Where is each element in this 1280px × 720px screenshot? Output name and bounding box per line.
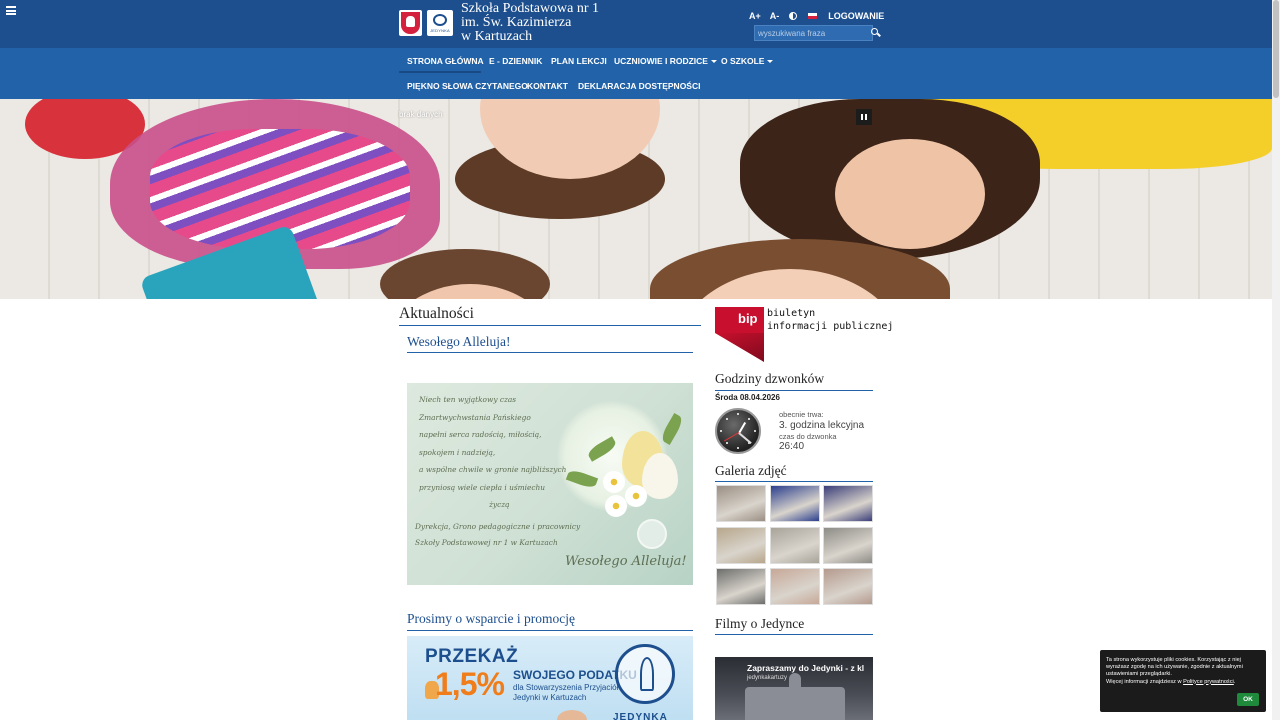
gallery-thumbnail[interactable] bbox=[823, 568, 873, 605]
school-logo[interactable]: JEDYNKA bbox=[427, 10, 453, 36]
hero-caption: brak danych bbox=[399, 110, 443, 119]
bells-remaining-value: 26:40 bbox=[779, 441, 805, 452]
nav-item-uczniowie-i-rodzice[interactable]: UCZNIOWIE I RODZICE bbox=[614, 56, 717, 66]
gallery-thumbnail[interactable] bbox=[823, 485, 873, 522]
font-decrease-button[interactable]: A- bbox=[770, 11, 780, 21]
article-title-link[interactable]: Prosimy o wsparcie i promocję bbox=[407, 611, 575, 627]
easter-card-text: Niech ten wyjątkowy czas Zmartwychwstani… bbox=[419, 395, 567, 509]
photo-gallery bbox=[716, 485, 873, 605]
login-link[interactable]: LOGOWANIE bbox=[828, 11, 884, 21]
scrollbar[interactable] bbox=[1272, 0, 1280, 720]
top-header: JEDYNKA Szkoła Podstawowa nr 1 im. Św. K… bbox=[0, 0, 1272, 48]
banner-text: Jedynki w Kartuzach bbox=[513, 693, 587, 702]
bells-date: Środa 08.04.2026 bbox=[715, 393, 780, 402]
bip-link[interactable]: bip biuletyn informacji publicznej bbox=[715, 307, 893, 363]
tax-donation-banner[interactable]: PRZEKAŻ 1,5% SWOJEGO PODATKU dla Stowarz… bbox=[407, 636, 693, 720]
clock-icon bbox=[715, 408, 761, 454]
bells-current-label: obecnie trwa: bbox=[779, 410, 824, 419]
nav-item-strona-glowna[interactable]: STRONA GŁÓWNA bbox=[407, 56, 484, 66]
divider bbox=[407, 630, 693, 631]
contrast-icon[interactable] bbox=[789, 12, 798, 20]
nav-item-kontakt[interactable]: KONTAKT bbox=[527, 81, 568, 91]
nav-active-indicator bbox=[399, 71, 481, 73]
nav-item-piekno-slowa[interactable]: PIĘKNO SŁOWA CZYTANEGO bbox=[407, 81, 528, 91]
gallery-thumbnail[interactable] bbox=[823, 526, 873, 564]
easter-card-signature: Dyrekcja, Grono pedagogiczne i pracownic… bbox=[415, 522, 581, 547]
nav-item-plan-lekcji[interactable]: PLAN LEKCJI bbox=[551, 56, 607, 66]
banner-percent: 1,5% bbox=[435, 666, 505, 702]
gallery-thumbnail[interactable] bbox=[716, 568, 766, 605]
bip-logo: bip bbox=[738, 311, 758, 326]
bells-current-value: 3. godzina lekcyjna bbox=[779, 420, 865, 431]
site-title-line: w Kartuzach bbox=[461, 29, 533, 44]
article-title-link[interactable]: Wesołego Alleluja! bbox=[407, 334, 511, 350]
cookie-ok-button[interactable]: OK bbox=[1237, 693, 1259, 706]
search-input[interactable] bbox=[755, 26, 868, 40]
easter-greeting-image[interactable]: Niech ten wyjątkowy czas Zmartwychwstani… bbox=[407, 383, 693, 585]
lily-logo-icon bbox=[615, 644, 675, 704]
scrollbar-thumb[interactable] bbox=[1273, 0, 1279, 98]
gallery-heading: Galeria zdjęć bbox=[715, 463, 787, 478]
polish-eagle-icon bbox=[399, 10, 422, 36]
pause-button[interactable] bbox=[856, 109, 872, 125]
site-title-line: Szkoła Podstawowa nr 1 bbox=[461, 1, 600, 16]
site-title[interactable]: Szkoła Podstawowa nr 1 im. Św. Kazimierz… bbox=[461, 2, 599, 44]
polish-flag-icon[interactable] bbox=[808, 13, 818, 19]
divider bbox=[715, 634, 873, 635]
gallery-thumbnail[interactable] bbox=[716, 526, 766, 564]
gallery-thumbnail[interactable] bbox=[769, 526, 820, 564]
video-player[interactable]: Zapraszamy do Jedynki - z kl jedynkakart… bbox=[715, 657, 873, 720]
easter-card-greeting: Wesołego Alleluja! bbox=[565, 554, 687, 569]
cookie-banner: Ta strona wykorzystuje pliki cookies. Ko… bbox=[1100, 650, 1266, 712]
hero-slider[interactable] bbox=[0, 99, 1272, 299]
accessibility-toolbar: A+ A- LOGOWANIE bbox=[749, 11, 884, 21]
divider bbox=[407, 352, 693, 353]
nav-item-e-dziennik[interactable]: E - DZIENNIK bbox=[489, 56, 542, 66]
nav-item-deklaracja[interactable]: DEKLARACJA DOSTĘPNOŚCI bbox=[578, 81, 700, 91]
banner-text: dla Stowarzyszenia Przyjaciół bbox=[513, 683, 619, 692]
divider bbox=[715, 390, 873, 391]
video-title: Zapraszamy do Jedynki - z kl bbox=[747, 663, 865, 673]
news-heading: Aktualności bbox=[399, 305, 474, 322]
menu-icon[interactable] bbox=[6, 6, 16, 15]
banner-logo-text: JEDYNKA bbox=[613, 712, 668, 720]
bells-remaining-label: czas do dzwonka bbox=[779, 432, 837, 441]
films-heading: Filmy o Jedynce bbox=[715, 616, 805, 631]
video-channel: jedynkakartuzy bbox=[747, 675, 788, 681]
chevron-down-icon bbox=[710, 59, 717, 63]
gallery-thumbnail[interactable] bbox=[769, 568, 820, 605]
chevron-down-icon bbox=[767, 59, 774, 63]
divider bbox=[715, 481, 873, 482]
site-title-line: im. Św. Kazimierza bbox=[461, 15, 572, 30]
gallery-thumbnail[interactable] bbox=[716, 485, 766, 522]
banner-heading: PRZEKAŻ bbox=[425, 646, 519, 667]
search-icon[interactable] bbox=[868, 26, 878, 40]
gallery-thumbnail[interactable] bbox=[769, 485, 820, 522]
main-nav: STRONA GŁÓWNA E - DZIENNIK PLAN LEKCJI U… bbox=[0, 48, 1272, 99]
search-box bbox=[754, 25, 878, 41]
divider bbox=[399, 325, 701, 326]
nav-item-o-szkole[interactable]: O SZKOLE bbox=[721, 56, 774, 66]
font-increase-button[interactable]: A+ bbox=[749, 11, 761, 21]
cookie-text: Ta strona wykorzystuje pliki cookies. Ko… bbox=[1106, 657, 1243, 678]
school-logo-mark bbox=[637, 519, 667, 549]
privacy-policy-link[interactable]: Polityce prywatności bbox=[1183, 679, 1234, 685]
bells-heading: Godziny dzwonków bbox=[715, 371, 825, 386]
